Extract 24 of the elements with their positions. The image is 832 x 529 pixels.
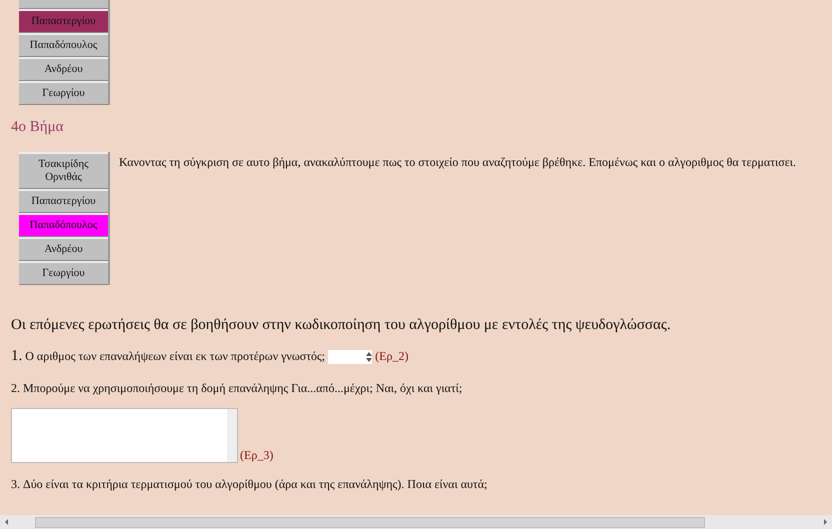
question-reference: (Ερ_2) (375, 349, 408, 364)
step-heading: 4ο Βήμα (11, 119, 64, 136)
question-text: Ο αριθμος των επαναλήψεων είναι εκ των προτέρων γνωστός; (25, 349, 326, 364)
list-item: Παπαδόπουλος (19, 213, 108, 237)
question-number: 3. (11, 477, 20, 492)
list-item: Ανδρέου (19, 237, 108, 261)
question-text: Μπορούμε να χρησιμοποιήσουμε τη δομή επανάληψης Για...από...μέχρι; Ναι, όχι και γιατί; (23, 381, 462, 396)
list-item: Γεωργίου (19, 261, 108, 285)
list-item: Γεωργίου (19, 81, 108, 105)
list-item: Ανδρέου (19, 57, 108, 81)
question-number: 2. (11, 381, 20, 396)
question-text: Δύο είναι τα κριτήρια τερματισμού του αλγορίθμου (άρα και της επανάληψης). Ποια είναι αυτά; (23, 477, 488, 492)
question-number: 1. (11, 348, 22, 365)
step-text: Κανοντας τη σύγκριση σε αυτο βήμα, ανακαλύπτουμε πως το στοιχείο που αναζητούμε βρέθηκε. Επομένως και ο αλγοριθμος θα τερματισει. (119, 154, 798, 170)
scroll-thumb[interactable] (35, 516, 705, 528)
list-item: Παπαδόπουλος (19, 33, 108, 57)
list-item: Παπαστεργίου (19, 189, 108, 213)
spinner-icon[interactable] (366, 352, 372, 362)
number-field[interactable] (328, 350, 372, 364)
horizontal-scrollbar[interactable] (0, 515, 832, 529)
list-item: Τσακιρίδης Ορνιθάς (19, 152, 108, 189)
list-item: Παπαστεργίου (19, 9, 108, 33)
intro-text: Οι επόμενες ερωτήσεις θα σε βοηθήσουν στην κωδικοποίηση του αλγορίθμου με εντολές της ψευδογλώσσας. (11, 317, 672, 334)
question-reference: (Ερ_3) (240, 448, 274, 463)
